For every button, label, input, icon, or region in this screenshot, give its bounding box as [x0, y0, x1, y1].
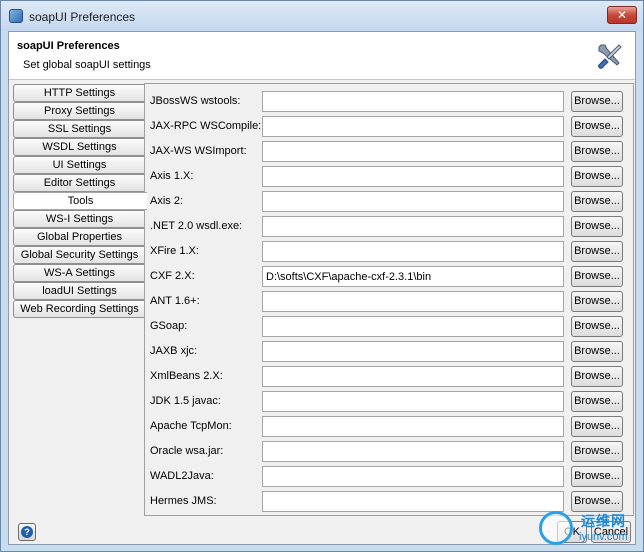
- browse-button-jax-rpc[interactable]: Browse...: [571, 116, 623, 137]
- tool-path-input-axis1[interactable]: [262, 166, 564, 187]
- title-bar[interactable]: soapUI Preferences ✕: [1, 1, 643, 31]
- tool-row-jax-ws: JAX-WS WSImport: Browse...: [145, 139, 633, 164]
- tools-icon: [598, 44, 622, 69]
- browse-button-jbossws[interactable]: Browse...: [571, 91, 623, 112]
- browse-button-dotnet[interactable]: Browse...: [571, 216, 623, 237]
- browse-button-jax-ws[interactable]: Browse...: [571, 141, 623, 162]
- tab-web-recording-settings[interactable]: Web Recording Settings: [13, 300, 145, 318]
- tab-global-properties[interactable]: Global Properties: [13, 228, 145, 246]
- site-watermark: 运维网 iyunv.com: [539, 509, 639, 549]
- tool-label: Axis 1.X:: [150, 170, 194, 182]
- soapui-app-icon: [9, 9, 23, 23]
- tab-http-settings[interactable]: HTTP Settings: [13, 84, 145, 102]
- header-title: soapUI Preferences: [17, 40, 120, 52]
- tab-loadui-settings[interactable]: loadUI Settings: [13, 282, 145, 300]
- tool-label: JDK 1.5 javac:: [150, 395, 221, 407]
- browse-button-gsoap[interactable]: Browse...: [571, 316, 623, 337]
- tool-path-input-dotnet[interactable]: [262, 216, 564, 237]
- tool-row-dotnet: .NET 2.0 wsdl.exe: Browse...: [145, 214, 633, 239]
- tool-label: XmlBeans 2.X:: [150, 370, 223, 382]
- browse-button-wadl2java[interactable]: Browse...: [571, 466, 623, 487]
- tool-label: GSoap:: [150, 320, 188, 332]
- tool-path-input-jaxb[interactable]: [262, 341, 564, 362]
- tool-label: ANT 1.6+:: [150, 295, 200, 307]
- close-button[interactable]: ✕: [607, 6, 637, 24]
- browse-button-jaxb[interactable]: Browse...: [571, 341, 623, 362]
- tab-ssl-settings[interactable]: SSL Settings: [13, 120, 145, 138]
- dialog-header: soapUI Preferences Set global soapUI set…: [9, 32, 635, 80]
- browse-button-xfire[interactable]: Browse...: [571, 241, 623, 262]
- browse-button-tcpmon[interactable]: Browse...: [571, 416, 623, 437]
- dialog-client-area: soapUI Preferences Set global soapUI set…: [8, 31, 636, 545]
- browse-button-ant[interactable]: Browse...: [571, 291, 623, 312]
- tab-proxy-settings[interactable]: Proxy Settings: [13, 102, 145, 120]
- tab-ui-settings[interactable]: UI Settings: [13, 156, 145, 174]
- tools-settings-panel: JBossWS wstools: Browse... JAX-RPC WSCom…: [144, 83, 634, 516]
- tool-path-input-javac[interactable]: [262, 391, 564, 412]
- tool-row-jbossws: JBossWS wstools: Browse...: [145, 89, 633, 114]
- tool-path-input-xmlbeans[interactable]: [262, 366, 564, 387]
- window-title: soapUI Preferences: [29, 10, 136, 24]
- tool-path-input-jbossws[interactable]: [262, 91, 564, 112]
- tool-label: JBossWS wstools:: [150, 95, 241, 107]
- tool-label: Axis 2:: [150, 195, 184, 207]
- tool-path-input-axis2[interactable]: [262, 191, 564, 212]
- help-button[interactable]: ?: [18, 523, 36, 541]
- settings-tab-list: HTTP Settings Proxy Settings SSL Setting…: [13, 84, 147, 318]
- tool-row-xfire: XFire 1.X: Browse...: [145, 239, 633, 264]
- tool-row-jaxb: JAXB xjc: Browse...: [145, 339, 633, 364]
- browse-button-oracle-wsa[interactable]: Browse...: [571, 441, 623, 462]
- watermark-line1: 运维网: [581, 513, 626, 529]
- tool-row-ant: ANT 1.6+: Browse...: [145, 289, 633, 314]
- browse-button-axis2[interactable]: Browse...: [571, 191, 623, 212]
- tool-label: Hermes JMS:: [150, 495, 217, 507]
- tab-global-security-settings[interactable]: Global Security Settings: [13, 246, 145, 264]
- tool-row-cxf: CXF 2.X: Browse...: [145, 264, 633, 289]
- tool-path-input-cxf[interactable]: [262, 266, 564, 287]
- tool-row-javac: JDK 1.5 javac: Browse...: [145, 389, 633, 414]
- tab-ws-a-settings[interactable]: WS-A Settings: [13, 264, 145, 282]
- tool-label: JAX-WS WSImport:: [150, 145, 247, 157]
- tool-row-xmlbeans: XmlBeans 2.X: Browse...: [145, 364, 633, 389]
- tool-path-input-ant[interactable]: [262, 291, 564, 312]
- tool-row-tcpmon: Apache TcpMon: Browse...: [145, 414, 633, 439]
- tool-row-axis2: Axis 2: Browse...: [145, 189, 633, 214]
- tool-label: .NET 2.0 wsdl.exe:: [150, 220, 243, 232]
- tool-row-gsoap: GSoap: Browse...: [145, 314, 633, 339]
- browse-button-javac[interactable]: Browse...: [571, 391, 623, 412]
- tool-path-input-oracle-wsa[interactable]: [262, 441, 564, 462]
- browse-button-cxf[interactable]: Browse...: [571, 266, 623, 287]
- preferences-window: soapUI Preferences ✕ soapUI Preferences …: [0, 0, 644, 552]
- tool-label: WADL2Java:: [150, 470, 214, 482]
- tool-row-axis1: Axis 1.X: Browse...: [145, 164, 633, 189]
- tool-path-input-jax-ws[interactable]: [262, 141, 564, 162]
- tab-editor-settings[interactable]: Editor Settings: [13, 174, 145, 192]
- tool-path-input-wadl2java[interactable]: [262, 466, 564, 487]
- browse-button-xmlbeans[interactable]: Browse...: [571, 366, 623, 387]
- tool-row-wadl2java: WADL2Java: Browse...: [145, 464, 633, 489]
- tool-path-input-xfire[interactable]: [262, 241, 564, 262]
- tab-wsdl-settings[interactable]: WSDL Settings: [13, 138, 145, 156]
- tool-label: CXF 2.X:: [150, 270, 195, 282]
- tool-row-jax-rpc: JAX-RPC WSCompile: Browse...: [145, 114, 633, 139]
- tool-path-input-hermes[interactable]: [262, 491, 564, 512]
- tool-row-oracle-wsa: Oracle wsa.jar: Browse...: [145, 439, 633, 464]
- watermark-logo-icon: [539, 511, 573, 545]
- tool-label: JAXB xjc:: [150, 345, 198, 357]
- tool-label: Oracle wsa.jar:: [150, 445, 224, 457]
- help-icon: ?: [21, 526, 33, 538]
- watermark-line2: iyunv.com: [579, 531, 628, 543]
- tool-path-input-jax-rpc[interactable]: [262, 116, 564, 137]
- header-subtitle: Set global soapUI settings: [23, 59, 151, 71]
- tool-label: JAX-RPC WSCompile:: [150, 120, 262, 132]
- tool-label: XFire 1.X:: [150, 245, 199, 257]
- tab-ws-i-settings[interactable]: WS-I Settings: [13, 210, 145, 228]
- browse-button-axis1[interactable]: Browse...: [571, 166, 623, 187]
- tool-path-input-gsoap[interactable]: [262, 316, 564, 337]
- tool-label: Apache TcpMon:: [150, 420, 232, 432]
- tab-tools[interactable]: Tools: [13, 192, 147, 210]
- tool-path-input-tcpmon[interactable]: [262, 416, 564, 437]
